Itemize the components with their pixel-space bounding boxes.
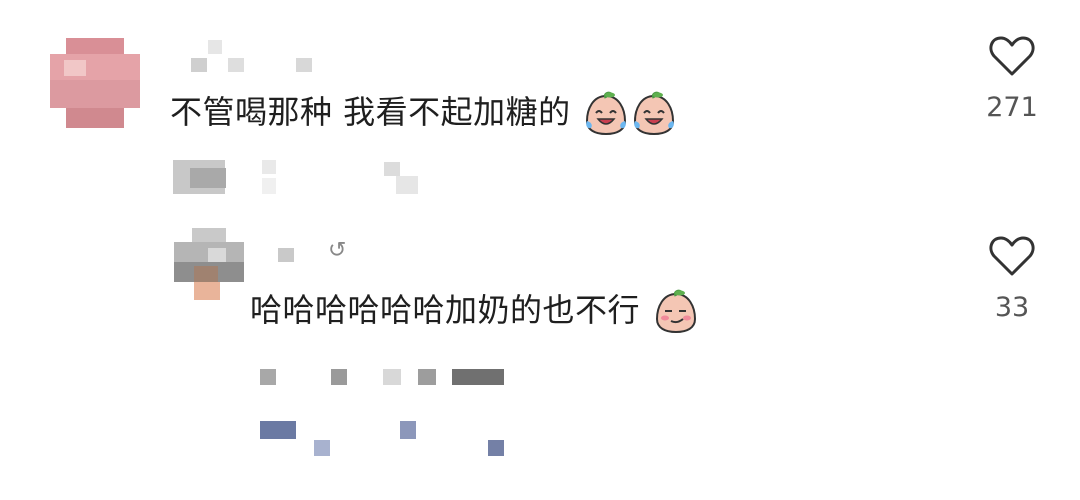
crying-laughing-emoji <box>586 91 627 136</box>
heart-icon[interactable] <box>988 234 1036 278</box>
comment-text: 不管喝那种 我看不起加糖的 <box>170 91 677 137</box>
heart-icon[interactable] <box>988 34 1036 78</box>
avatar[interactable] <box>50 38 140 128</box>
comment-text: 哈哈哈哈哈哈加奶的也不行 <box>250 289 699 335</box>
like-count: 271 <box>986 92 1038 123</box>
smirk-emoji <box>655 289 696 334</box>
reply-icon[interactable]: ↺ <box>328 238 346 263</box>
like-count: 33 <box>994 292 1030 323</box>
avatar[interactable] <box>174 228 244 300</box>
crying-laughing-emoji <box>634 91 675 136</box>
